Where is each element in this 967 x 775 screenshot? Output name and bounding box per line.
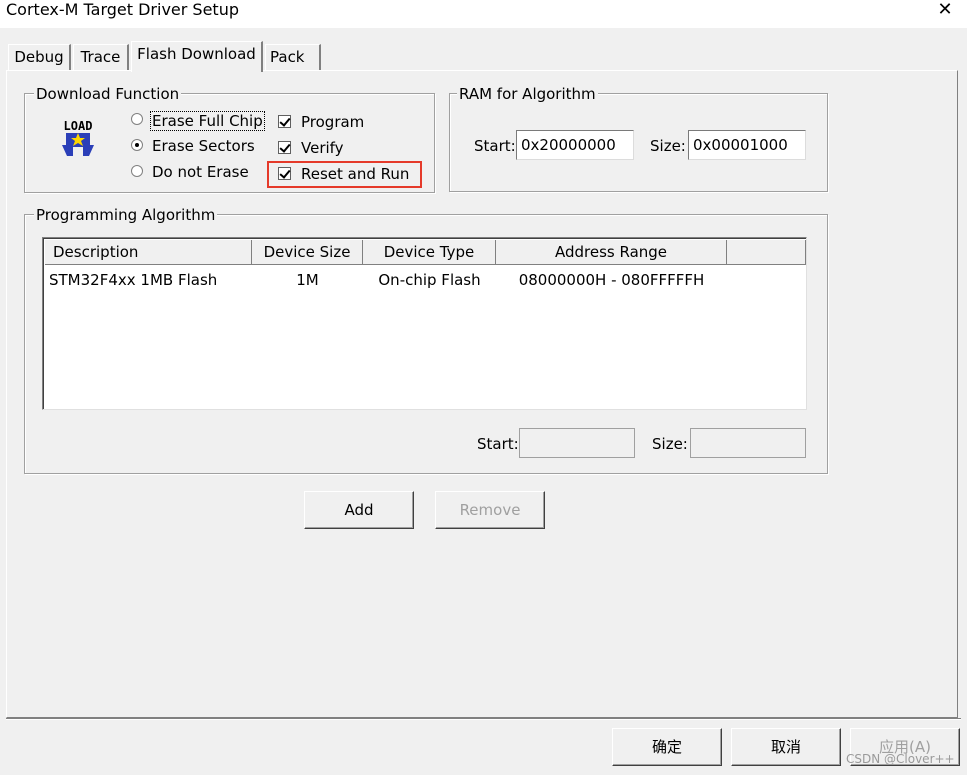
close-icon[interactable]: ✕ — [932, 0, 958, 20]
do-not-erase-label[interactable]: Do not Erase — [152, 163, 249, 181]
programming-algorithm-label: Programming Algorithm — [34, 206, 218, 224]
algo-size-label: Size: — [652, 435, 688, 453]
erase-full-chip-label[interactable]: Erase Full Chip — [150, 111, 265, 131]
row-address-range[interactable]: 08000000H - 080FFFFFH — [496, 271, 727, 289]
load-icon-text: LOAD — [64, 119, 93, 133]
verify-label[interactable]: Verify — [301, 139, 344, 157]
reset-and-run-label[interactable]: Reset and Run — [301, 165, 409, 183]
column-header-device-type[interactable]: Device Type — [363, 240, 496, 265]
column-header-filler — [727, 240, 806, 265]
ram-size-label: Size: — [650, 137, 686, 155]
tab-pack[interactable]: Pack — [265, 44, 321, 71]
erase-sectors-label[interactable]: Erase Sectors — [152, 137, 255, 155]
erase-full-chip-radio[interactable] — [131, 113, 143, 125]
do-not-erase-radio[interactable] — [131, 165, 143, 177]
tab-flash-download[interactable]: Flash Download — [131, 41, 263, 72]
ram-start-label: Start: — [474, 137, 516, 155]
add-button[interactable]: Add — [304, 491, 414, 529]
tab-trace[interactable]: Trace — [73, 44, 129, 71]
verify-checkbox[interactable] — [278, 141, 291, 154]
reset-and-run-checkbox[interactable] — [278, 167, 291, 180]
ram-algorithm-label: RAM for Algorithm — [457, 85, 598, 103]
ram-start-input[interactable]: 0x20000000 — [516, 130, 634, 160]
column-header-address-range[interactable]: Address Range — [496, 240, 727, 265]
column-header-description[interactable]: Description — [45, 240, 252, 265]
cancel-button[interactable]: 取消 — [731, 728, 841, 766]
tab-debug[interactable]: Debug — [8, 44, 71, 71]
row-device-type[interactable]: On-chip Flash — [363, 271, 496, 289]
algorithm-list[interactable]: Description Device Size Device Type Addr… — [42, 237, 807, 410]
remove-button[interactable]: Remove — [435, 491, 545, 529]
watermark: CSDN @Clover++ — [846, 752, 955, 766]
erase-sectors-radio[interactable] — [131, 139, 143, 151]
row-device-size[interactable]: 1M — [252, 271, 363, 289]
title-bar: Cortex-M Target Driver Setup ✕ — [0, 0, 967, 28]
ok-button[interactable]: 确定 — [612, 728, 722, 766]
program-label[interactable]: Program — [301, 113, 364, 131]
load-icon: LOAD — [57, 116, 99, 158]
download-function-label: Download Function — [34, 85, 182, 103]
row-description[interactable]: STM32F4xx 1MB Flash — [49, 271, 217, 289]
window-title: Cortex-M Target Driver Setup — [6, 0, 239, 19]
footer-separator — [6, 718, 961, 720]
ram-size-input[interactable]: 0x00001000 — [688, 130, 806, 160]
program-checkbox[interactable] — [278, 115, 291, 128]
column-header-device-size[interactable]: Device Size — [252, 240, 363, 265]
algo-start-input[interactable] — [519, 428, 635, 458]
algo-start-label: Start: — [477, 435, 519, 453]
algo-size-input[interactable] — [690, 428, 806, 458]
